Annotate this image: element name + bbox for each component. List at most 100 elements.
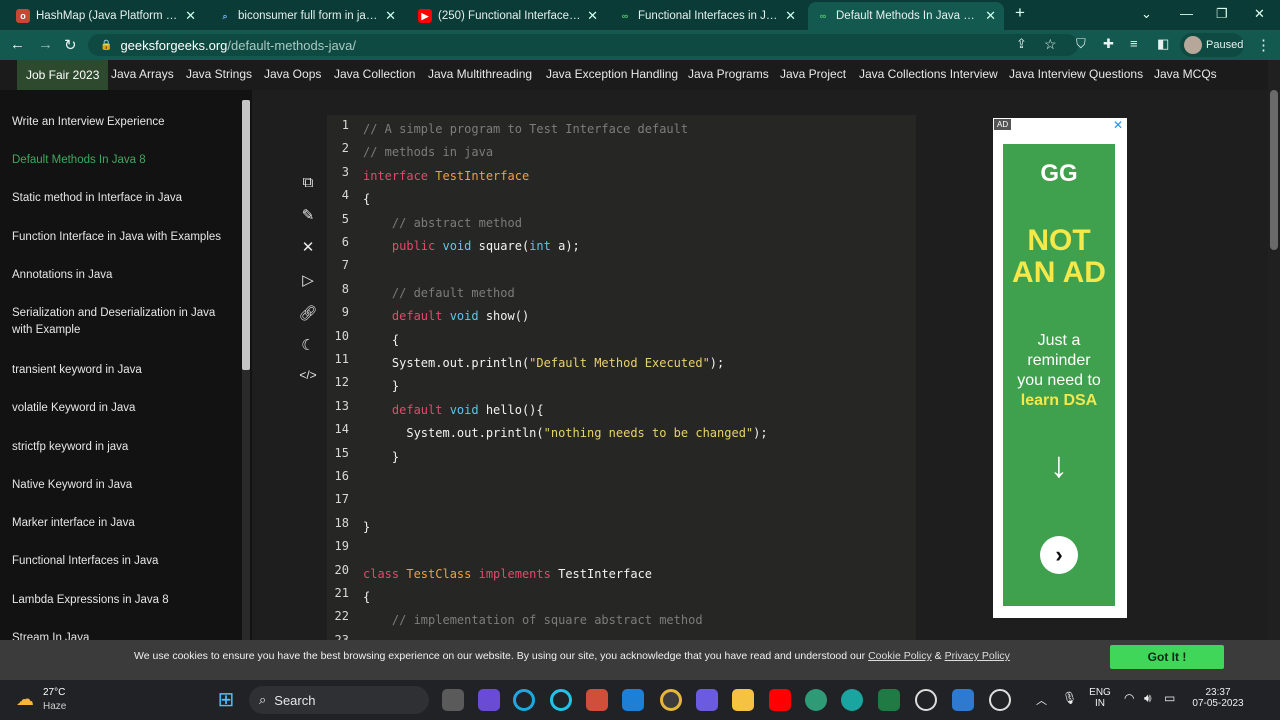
nav-java-collection[interactable]: Java Collection <box>334 67 415 81</box>
weather-icon[interactable]: ☁ <box>16 689 34 710</box>
address-bar[interactable]: 🔒 geeksforgeeks.org/default-methods-java… <box>88 34 1078 56</box>
sidebar-item-stream[interactable]: Stream In Java <box>12 630 234 640</box>
close-icon[interactable]: ✕ <box>587 8 598 24</box>
volume-icon[interactable]: 🔊︎ <box>1144 691 1152 706</box>
sidebar-item-annotations[interactable]: Annotations in Java <box>12 267 234 284</box>
chrome-icon[interactable] <box>660 689 682 711</box>
cortana-icon[interactable] <box>513 689 535 711</box>
nav-java-strings[interactable]: Java Strings <box>186 67 252 81</box>
sidebar-item-functional-interfaces[interactable]: Functional Interfaces in Java <box>12 553 234 570</box>
reload-icon[interactable]: ↻ <box>64 36 77 54</box>
scrollbar-thumb[interactable] <box>242 100 250 370</box>
run-icon[interactable]: ▷ <box>298 271 318 291</box>
copy-icon[interactable]: ⧉ <box>298 174 318 194</box>
privacy-policy-link[interactable]: Privacy Policy <box>945 650 1010 662</box>
nav-job-fair[interactable]: Job Fair 2023 <box>17 60 109 90</box>
wifi-icon[interactable]: ◠ <box>1124 691 1134 705</box>
nav-java-exception-handling[interactable]: Java Exception Handling <box>546 67 678 81</box>
bookmark-star-icon[interactable]: ☆ <box>1044 36 1057 53</box>
menu-icon[interactable]: ⋮ <box>1256 36 1271 54</box>
sidebar-item-strictfp[interactable]: strictfp keyword in java <box>12 439 234 456</box>
sidebar-item-lambda[interactable]: Lambda Expressions in Java 8 <box>12 592 234 609</box>
app-icon[interactable] <box>696 689 718 711</box>
nav-java-oops[interactable]: Java Oops <box>264 67 321 81</box>
side-panel-icon[interactable]: ◧ <box>1157 36 1169 52</box>
sidebar-scrollbar[interactable] <box>242 100 250 640</box>
code-block[interactable]: 1 // A simple program to Test Interface d… <box>327 115 916 640</box>
page-scrollbar[interactable] <box>1268 60 1280 640</box>
nav-java-multithreading[interactable]: Java Multithreading <box>428 67 532 81</box>
task-view-icon[interactable] <box>442 689 464 711</box>
extensions-puzzle-icon[interactable]: ✚ <box>1103 36 1114 52</box>
close-icon[interactable]: ✕ <box>298 238 318 258</box>
dark-mode-icon[interactable]: ☾ <box>298 336 318 356</box>
cookie-policy-link[interactable]: Cookie Policy <box>868 650 932 662</box>
tab-biconsumer[interactable]: ⌕ biconsumer full form in java - Se ✕ <box>210 2 404 30</box>
embed-icon[interactable]: </> <box>298 368 318 388</box>
sidebar-item-transient[interactable]: transient keyword in Java <box>12 362 234 379</box>
settings-icon[interactable] <box>989 689 1011 711</box>
taskbar-search[interactable]: ⌕ Search <box>249 686 429 714</box>
got-it-button[interactable]: Got It ! <box>1110 645 1224 669</box>
link-icon[interactable]: 🔗︎ <box>298 304 318 324</box>
microphone-icon[interactable]: 🎙︎ <box>1062 691 1077 705</box>
youtube-icon[interactable] <box>769 689 791 711</box>
vscode-icon[interactable] <box>622 689 644 711</box>
sidebar-item-serialization[interactable]: Serialization and Deserialization in Jav… <box>12 305 234 339</box>
ad-close-icon[interactable]: ✕ <box>1113 118 1123 132</box>
close-icon[interactable]: ✕ <box>985 8 996 24</box>
scrollbar-thumb[interactable] <box>1270 90 1278 250</box>
file-explorer-icon[interactable] <box>732 689 754 711</box>
teams-icon[interactable] <box>478 689 500 711</box>
chevron-up-icon[interactable]: ︿ <box>1036 692 1047 708</box>
clock[interactable]: 23:37 07-05-2023 <box>1186 687 1250 709</box>
sidebar-item-native[interactable]: Native Keyword in Java <box>12 477 234 494</box>
close-icon[interactable]: ✕ <box>185 8 196 24</box>
edge-icon[interactable] <box>805 689 827 711</box>
battery-icon[interactable]: ▭ <box>1164 691 1175 705</box>
ad-banner[interactable]: AD ✕ GG NOT AN AD Just a reminder you ne… <box>993 118 1127 618</box>
edit-icon[interactable]: ✎ <box>298 206 318 226</box>
nav-java-programs[interactable]: Java Programs <box>688 67 769 81</box>
tab-hashmap[interactable]: o HashMap (Java Platform SE 8 ) ✕ <box>8 2 204 30</box>
back-icon[interactable]: ← <box>10 36 25 53</box>
chevron-right-icon[interactable]: › <box>1040 536 1078 574</box>
sidebar-item-static-method[interactable]: Static method in Interface in Java <box>12 190 234 207</box>
weather-desc[interactable]: Haze <box>43 701 66 712</box>
close-icon[interactable]: ✕ <box>785 8 796 24</box>
maximize-button[interactable]: ❐ <box>1216 6 1228 22</box>
tab-youtube[interactable]: ▶ (250) Functional Interface | Lamb ✕ <box>410 2 606 30</box>
weather-temp[interactable]: 27°C <box>43 687 65 698</box>
language-indicator[interactable]: ENG IN <box>1088 687 1112 709</box>
sidebar-item-default-methods[interactable]: Default Methods In Java 8 <box>12 152 234 169</box>
media-queue-icon[interactable]: ≡ <box>1130 36 1138 51</box>
sidebar-item-marker-interface[interactable]: Marker interface in Java <box>12 515 234 532</box>
window-close-button[interactable]: ✕ <box>1254 6 1265 22</box>
extension-badge-icon[interactable]: ⛉ <box>1076 36 1086 52</box>
sidebar-item-function-interface[interactable]: Function Interface in Java with Examples <box>12 229 234 246</box>
tab-search-icon[interactable]: ⌄ <box>1141 6 1152 22</box>
tab-default-methods[interactable]: ∞ Default Methods In Java 8 - Geek ✕ <box>808 2 1004 30</box>
nav-java-interview-questions[interactable]: Java Interview Questions <box>1009 67 1143 81</box>
nav-java-project[interactable]: Java Project <box>780 67 846 81</box>
profile-button[interactable]: Paused <box>1180 33 1244 57</box>
alexa-icon[interactable] <box>550 689 572 711</box>
notepad-icon[interactable] <box>952 689 974 711</box>
ad-content[interactable]: GG NOT AN AD Just a reminder you need to… <box>1003 144 1115 606</box>
tab-functional-interfaces[interactable]: ∞ Functional Interfaces in Java - Ge ✕ <box>610 2 804 30</box>
sidebar-item-volatile[interactable]: volatile Keyword in Java <box>12 400 234 417</box>
new-tab-button[interactable]: + <box>1015 3 1025 23</box>
office-icon[interactable] <box>586 689 608 711</box>
close-icon[interactable]: ✕ <box>385 8 396 24</box>
excel-icon[interactable] <box>878 689 900 711</box>
windows-start-icon[interactable]: ⊞ <box>215 689 237 711</box>
forward-icon[interactable]: → <box>38 36 53 53</box>
share-icon[interactable]: ⇪ <box>1016 36 1027 52</box>
nav-java-collections-interview[interactable]: Java Collections Interview <box>859 67 998 81</box>
media-player-icon[interactable] <box>915 689 937 711</box>
app2-icon[interactable] <box>841 689 863 711</box>
minimize-button[interactable]: — <box>1180 6 1193 21</box>
nav-java-mcqs[interactable]: Java MCQs <box>1154 67 1217 81</box>
sidebar-item-write-interview[interactable]: Write an Interview Experience <box>12 114 234 131</box>
nav-java-arrays[interactable]: Java Arrays <box>111 67 174 81</box>
